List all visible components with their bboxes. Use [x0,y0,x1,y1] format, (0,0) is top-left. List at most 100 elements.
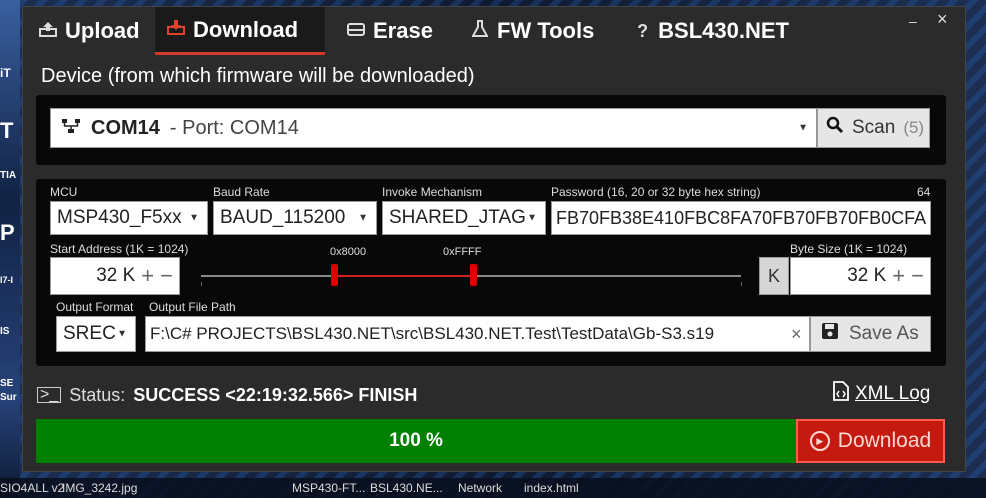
output-path-input[interactable]: F:\C# PROJECTS\BSL430.NET\src\BSL430.NET… [145,316,810,352]
desktop-icon-label: I7-I [0,275,14,285]
output-path-label: Output File Path [149,300,236,314]
close-icon[interactable]: × [937,9,948,30]
desktop-icon-label: SE [0,378,14,389]
desktop-icon-label: iT [0,66,11,80]
status-row: >_ Status: SUCCESS <22:19:32.566> FINISH [37,383,417,407]
progress-bar: 100 % [36,419,796,463]
byte-size-value: 32 K [847,265,887,286]
chevron-down-icon: ▼ [117,328,127,340]
settings-panel: MCU Baud Rate Invoke Mechanism Password … [36,179,946,366]
start-address-value: 32 K [96,265,136,286]
desktop-icon-label: T [0,118,14,143]
xml-log-label: XML Log [855,383,931,404]
tab-label: Upload [65,18,140,43]
tab-bsl430[interactable]: ? BSL430.NET [623,7,799,55]
taskbar-item[interactable]: index.html [524,481,579,495]
baud-value: BAUD_115200 [220,207,346,228]
device-select[interactable]: COM14 - Port: COM14 ▼ [50,108,817,148]
device-panel: COM14 - Port: COM14 ▼ Scan (5) [36,95,946,165]
desktop-taskbar: SIO4ALL v2 IMG_3242.jpg MSP430-FT... BSL… [0,478,986,498]
scan-label: Scan [852,117,896,138]
tab-label: FW Tools [497,18,595,43]
slider-tick [741,282,742,286]
chevron-down-icon: ▼ [798,122,808,134]
tab-fw-tools[interactable]: FW Tools [459,7,609,55]
terminal-icon: >_ [37,387,62,403]
taskbar-item[interactable]: Network [458,481,502,495]
file-code-icon [833,381,849,407]
size-unit: K [767,265,780,286]
save-icon [821,322,839,346]
output-format-label: Output Format [56,300,134,314]
password-length: 64 [917,185,931,199]
network-icon [61,118,81,139]
mcu-value: MSP430_F5xx [57,207,182,228]
output-format-value: SREC [63,323,116,344]
clear-icon[interactable]: × [791,324,802,345]
play-circle-icon: ▶ [809,431,830,451]
output-format-select[interactable]: SREC ▼ [56,316,136,352]
tab-label: Erase [373,18,433,43]
range-start-label: 0x8000 [330,246,367,258]
desktop-icon-label: P [0,220,15,245]
size-unit-box: K [759,257,789,295]
status-label: Status: [69,384,126,405]
upload-icon [37,21,59,42]
range-start-thumb[interactable] [331,264,338,286]
status-value: SUCCESS <22:19:32.566> FINISH [133,384,418,405]
tab-erase[interactable]: Erase [335,7,447,55]
tab-bar: Upload Download Erase FW Tools ? BSL430.… [23,7,965,55]
start-address-stepper[interactable]: 32 K + − [50,257,180,295]
tab-download[interactable]: Download [155,7,325,55]
tab-label: BSL430.NET [658,18,789,43]
desktop-icon-label: Sur [0,392,17,403]
range-end-label: 0xFFFF [443,246,482,258]
taskbar-item[interactable]: SIO4ALL v2 [0,481,64,495]
eraser-icon [345,21,367,42]
taskbar-item[interactable]: BSL430.NE... [370,481,443,495]
desktop-icon-label: TIA [0,170,17,181]
tab-label: Download [193,16,299,42]
chevron-down-icon: ▼ [527,212,537,224]
chevron-down-icon: ▼ [358,212,368,224]
save-as-button[interactable]: Save As [810,316,931,352]
app-window: Upload Download Erase FW Tools ? BSL430.… [22,6,966,472]
download-button-label: Download [837,429,932,452]
range-end-thumb[interactable] [470,264,477,286]
flask-icon [469,19,491,43]
minus-icon[interactable]: − [911,263,924,289]
progress-text: 100 % [389,430,443,451]
password-value: FB70FB38E410FBC8FA70FB70FB70FB0CFA [556,207,927,228]
baud-select[interactable]: BAUD_115200 ▼ [213,201,377,235]
byte-size-stepper[interactable]: 32 K + − [790,257,931,295]
scan-count: (5) [903,118,925,137]
save-as-label: Save As [849,323,919,344]
plus-icon[interactable]: + [141,263,154,289]
password-label: Password (16, 20 or 32 byte hex string) [551,185,761,199]
address-range-fill [332,275,475,277]
baud-label: Baud Rate [213,185,270,199]
search-icon [826,116,844,140]
invoke-value: SHARED_JTAG [389,207,526,228]
byte-size-label: Byte Size (1K = 1024) [790,242,908,256]
mcu-select[interactable]: MSP430_F5xx ▼ [50,201,208,235]
password-input[interactable]: FB70FB38E410FBC8FA70FB70FB70FB0CFA [551,201,931,235]
device-port: - Port: COM14 [169,116,299,139]
download-icon [165,19,187,40]
minus-icon[interactable]: − [160,263,173,289]
tab-upload[interactable]: Upload [27,7,155,55]
download-button[interactable]: ▶ Download [796,419,945,463]
plus-icon[interactable]: + [892,263,905,289]
minimize-icon[interactable]: – [909,13,917,29]
device-section-title: Device (from which firmware will be down… [41,65,475,87]
xml-log-link[interactable]: XML Log [833,381,930,407]
slider-tick [201,282,202,286]
desktop-icon-label: IS [0,326,10,337]
chevron-down-icon: ▼ [189,212,199,224]
taskbar-item[interactable]: MSP430-FT... [292,481,365,495]
output-path-value: F:\C# PROJECTS\BSL430.NET\src\BSL430.NET… [150,324,715,343]
device-name: COM14 [91,116,160,139]
invoke-select[interactable]: SHARED_JTAG ▼ [382,201,546,235]
scan-button[interactable]: Scan (5) [817,108,930,148]
taskbar-item[interactable]: IMG_3242.jpg [62,481,137,495]
